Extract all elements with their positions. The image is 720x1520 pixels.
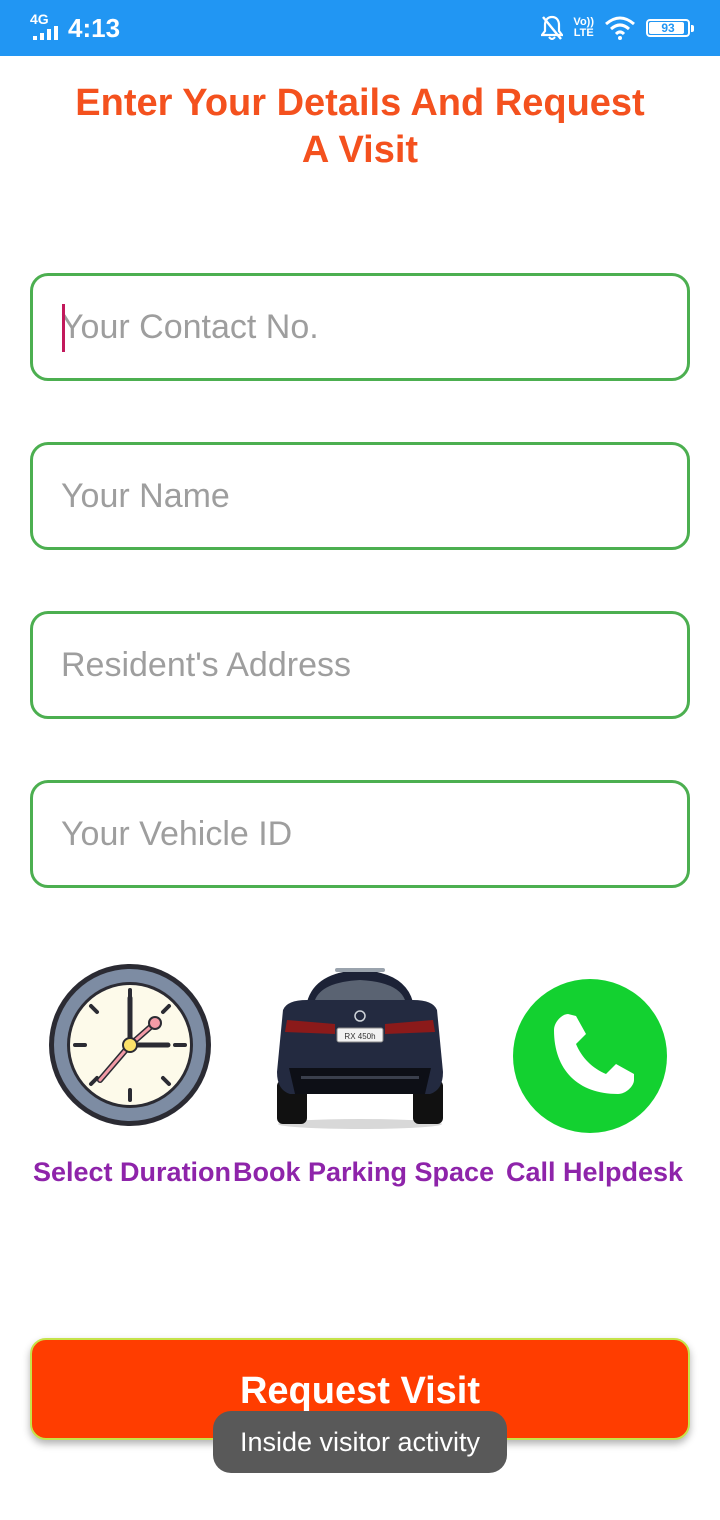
clock-time: 4:13 bbox=[68, 13, 121, 43]
phone-icon bbox=[513, 979, 667, 1133]
network-type: 4G bbox=[30, 11, 49, 27]
mute-icon bbox=[541, 15, 564, 40]
address-placeholder: Resident's Address bbox=[61, 645, 351, 684]
call-helpdesk-label[interactable]: Call Helpdesk bbox=[506, 1157, 683, 1188]
name-placeholder: Your Name bbox=[61, 476, 230, 515]
car-icon: RX 450h bbox=[277, 968, 443, 1129]
text-cursor bbox=[62, 304, 65, 352]
toast-message: Inside visitor activity bbox=[213, 1411, 507, 1473]
book-parking-option[interactable]: RX 450h bbox=[260, 960, 460, 1190]
clock-icon bbox=[49, 964, 211, 1126]
select-duration-label[interactable]: Select Duration bbox=[33, 1157, 231, 1188]
resident-address-field[interactable]: Resident's Address bbox=[30, 611, 690, 719]
contact-number-placeholder: Your Contact No. bbox=[61, 307, 319, 346]
vehicle-id-placeholder: Your Vehicle ID bbox=[61, 814, 293, 853]
car-plate: RX 450h bbox=[344, 1032, 375, 1041]
volte-icon: Vo)) LTE bbox=[573, 16, 594, 39]
battery-level: 93 bbox=[661, 21, 675, 35]
battery-icon: 93 bbox=[646, 19, 694, 37]
signal-icon bbox=[33, 26, 58, 40]
wifi-icon bbox=[605, 16, 635, 40]
contact-number-field[interactable]: Your Contact No. bbox=[30, 273, 690, 381]
request-visit-label: Request Visit bbox=[239, 1370, 481, 1412]
vehicle-id-field[interactable]: Your Vehicle ID bbox=[30, 780, 690, 888]
book-parking-label[interactable]: Book Parking Space bbox=[233, 1157, 494, 1188]
select-duration-option[interactable] bbox=[30, 960, 230, 1190]
page-title: Enter Your Details And Request A Visit bbox=[75, 82, 645, 171]
status-bar: 4G 4:13 Vo)) LTE 93 bbox=[0, 0, 720, 56]
name-field[interactable]: Your Name bbox=[30, 442, 690, 550]
